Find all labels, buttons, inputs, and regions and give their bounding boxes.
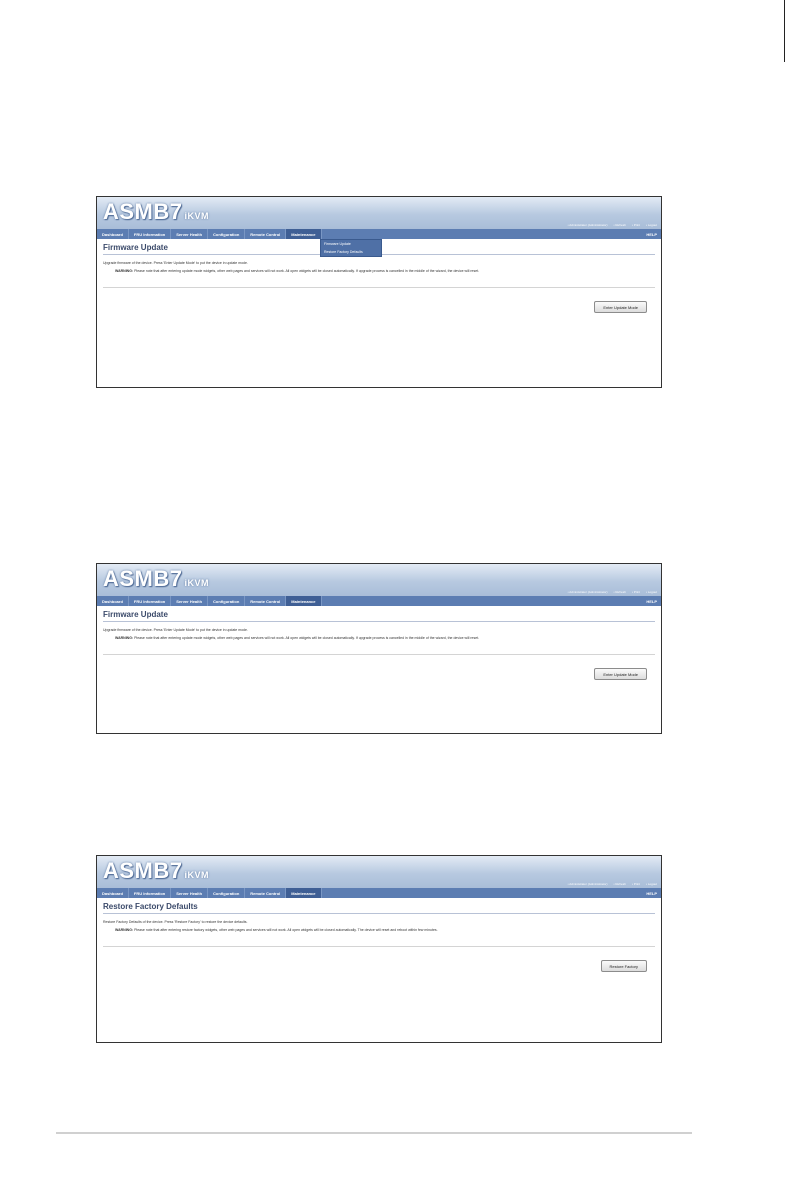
top-links: • Administrator (Administrator) • Refres…	[568, 882, 657, 886]
nav-maintenance[interactable]: Maintenance	[286, 596, 322, 606]
nav-configuration[interactable]: Configuration	[208, 888, 246, 898]
main-nav: Dashboard FRU Information Server Health …	[97, 229, 661, 239]
top-links: • Administrator (Administrator) • Refres…	[568, 223, 657, 227]
maintenance-dropdown: Firmware Update Restore Factory Defaults	[320, 239, 382, 257]
main-nav: Dashboard FRU Information Server Health …	[97, 888, 661, 898]
print-link[interactable]: • Print	[632, 223, 640, 227]
nav-server-health[interactable]: Server Health	[171, 229, 209, 239]
help-link[interactable]: HELP	[646, 229, 657, 239]
divider	[103, 654, 655, 655]
print-link[interactable]: • Print	[632, 882, 640, 886]
header-banner: ASMB7 iKVM • Administrator (Administrator…	[97, 856, 661, 888]
refresh-link[interactable]: • Refresh	[613, 590, 625, 594]
divider	[103, 287, 655, 288]
nav-fru-information[interactable]: FRU Information	[129, 596, 172, 606]
nav-dashboard[interactable]: Dashboard	[97, 888, 129, 898]
screenshot-restore-factory-defaults: ASMB7 iKVM • Administrator (Administrator…	[96, 855, 662, 1043]
nav-server-health[interactable]: Server Health	[171, 888, 209, 898]
nav-remote-control[interactable]: Remote Control	[245, 888, 287, 898]
logout-link[interactable]: • Logout	[646, 882, 657, 886]
content-area: Restore Factory Defaults Restore Factory…	[97, 898, 661, 972]
nav-dashboard[interactable]: Dashboard	[97, 596, 129, 606]
page-description: Restore Factory Defaults of the device. …	[103, 920, 248, 924]
menu-item-firmware-update[interactable]: Firmware Update	[321, 240, 381, 248]
nav-remote-control[interactable]: Remote Control	[245, 596, 287, 606]
logout-link[interactable]: • Logout	[646, 590, 657, 594]
brand-logo: ASMB7 iKVM	[103, 199, 210, 224]
nav-maintenance[interactable]: Maintenance	[286, 229, 322, 239]
nav-dashboard[interactable]: Dashboard	[97, 229, 129, 239]
screenshot-firmware-update: ASMB7 iKVM • Administrator (Administrator…	[96, 563, 662, 734]
content-area: Firmware Update Upgrade firmware of the …	[97, 606, 661, 680]
warning-text: WARNING: Please note that after entering…	[115, 928, 438, 932]
divider	[103, 946, 655, 947]
warning-text: WARNING: Please note that after entering…	[115, 636, 480, 640]
brand-logo: ASMB7 iKVM	[103, 566, 210, 591]
help-link[interactable]: HELP	[646, 888, 657, 898]
nav-configuration[interactable]: Configuration	[208, 596, 246, 606]
nav-configuration[interactable]: Configuration	[208, 229, 246, 239]
logout-link[interactable]: • Logout	[646, 223, 657, 227]
print-link[interactable]: • Print	[632, 590, 640, 594]
top-links: • Administrator (Administrator) • Refres…	[568, 590, 657, 594]
nav-server-health[interactable]: Server Health	[171, 596, 209, 606]
screenshot-firmware-update-menu: ASMB7 iKVM • Administrator (Administrator…	[96, 196, 662, 388]
help-link[interactable]: HELP	[646, 596, 657, 606]
page-margin-line	[784, 0, 785, 62]
page-title: Firmware Update	[103, 610, 655, 622]
nav-fru-information[interactable]: FRU Information	[129, 888, 172, 898]
page-title: Restore Factory Defaults	[103, 902, 655, 914]
footer-rule	[56, 1132, 692, 1134]
enter-update-mode-button[interactable]: Enter Update Mode	[594, 301, 647, 313]
warning-text: WARNING: Please note that after entering…	[115, 269, 480, 273]
restore-factory-button[interactable]: Restore Factory	[600, 960, 647, 972]
user-link[interactable]: • Administrator (Administrator)	[568, 590, 608, 594]
user-link[interactable]: • Administrator (Administrator)	[568, 223, 608, 227]
page-description: Upgrade firmware of the device. Press 'E…	[103, 628, 248, 632]
refresh-link[interactable]: • Refresh	[613, 882, 625, 886]
refresh-link[interactable]: • Refresh	[613, 223, 625, 227]
menu-item-restore-factory-defaults[interactable]: Restore Factory Defaults	[321, 248, 381, 256]
nav-fru-information[interactable]: FRU Information	[129, 229, 172, 239]
brand-logo: ASMB7 iKVM	[103, 858, 210, 883]
user-link[interactable]: • Administrator (Administrator)	[568, 882, 608, 886]
main-nav: Dashboard FRU Information Server Health …	[97, 596, 661, 606]
nav-remote-control[interactable]: Remote Control	[245, 229, 287, 239]
header-banner: ASMB7 iKVM • Administrator (Administrator…	[97, 197, 661, 229]
header-banner: ASMB7 iKVM • Administrator (Administrator…	[97, 564, 661, 596]
page-description: Upgrade firmware of the device. Press 'E…	[103, 261, 248, 265]
nav-maintenance[interactable]: Maintenance	[286, 888, 322, 898]
enter-update-mode-button[interactable]: Enter Update Mode	[594, 668, 647, 680]
